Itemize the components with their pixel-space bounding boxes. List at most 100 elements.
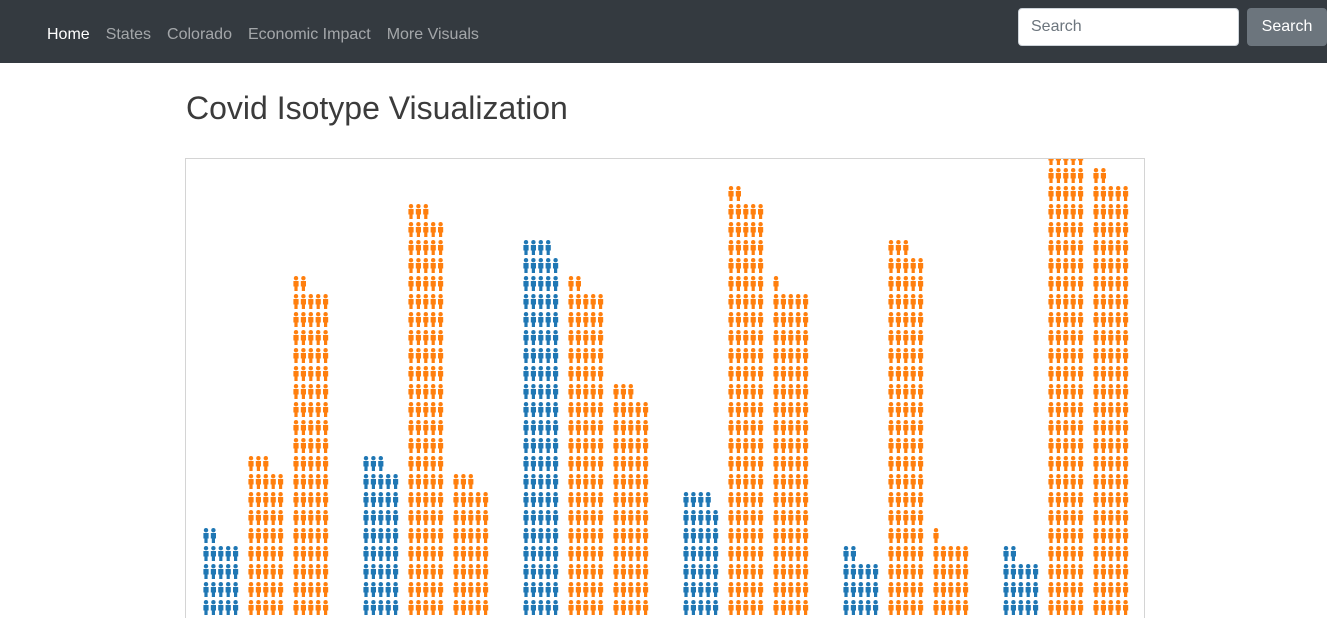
person-icon [300,456,306,471]
person-icon [910,510,916,525]
person-icon [910,384,916,399]
person-icon [795,366,801,381]
person-icon [850,582,856,597]
person-icon [308,294,314,309]
person-icon [773,276,779,291]
person-icon [888,438,894,453]
person-icon [590,294,596,309]
person-icon [795,528,801,543]
person-icon [393,546,399,561]
person-icon [278,600,284,615]
person-icon [308,510,314,525]
person-icon [530,402,536,417]
person-icon [613,438,619,453]
person-icon [598,420,604,435]
search-button[interactable]: Search [1247,8,1327,46]
person-icon [270,474,276,489]
person-icon [1055,330,1061,345]
person-icon [728,600,734,615]
person-icon [545,420,551,435]
person-icon [635,528,641,543]
person-icon [438,510,444,525]
person-icon [613,456,619,471]
person-icon [1115,204,1121,219]
person-icon [903,438,909,453]
person-icon [538,438,544,453]
person-icon [270,546,276,561]
nav-link-home[interactable]: Home [47,26,90,44]
person-icon [263,528,269,543]
person-icon [415,348,421,363]
person-icon [758,546,764,561]
person-icon [620,492,626,507]
person-icon [758,258,764,273]
person-icon [1078,528,1084,543]
person-icon [735,564,741,579]
nav-link-more-visuals[interactable]: More Visuals [387,26,479,44]
person-icon [1123,438,1129,453]
person-icon [1115,186,1121,201]
person-icon [430,438,436,453]
person-icon [583,492,589,507]
person-icon [415,402,421,417]
person-icon [955,600,961,615]
person-icon [248,510,254,525]
person-icon [545,456,551,471]
person-icon [888,510,894,525]
person-icon [300,420,306,435]
person-icon [378,492,384,507]
person-icon [888,420,894,435]
person-icon [743,546,749,561]
person-icon [903,492,909,507]
person-icon [895,294,901,309]
person-icon [1063,456,1069,471]
person-icon [568,366,574,381]
person-icon [438,366,444,381]
person-icon [575,294,581,309]
person-icon [1108,294,1114,309]
person-icon [1093,438,1099,453]
person-icon [788,528,794,543]
person-icon [203,564,209,579]
person-icon [523,582,529,597]
person-icon [690,564,696,579]
person-icon [545,402,551,417]
person-icon [728,348,734,363]
person-icon [888,564,894,579]
person-icon [713,546,719,561]
person-icon [1108,312,1114,327]
person-icon [743,492,749,507]
nav-link-colorado[interactable]: Colorado [167,26,232,44]
person-icon [713,510,719,525]
person-icon [1115,384,1121,399]
person-icon [1078,168,1084,183]
person-icon [393,564,399,579]
person-icon [408,420,414,435]
person-icon [248,546,254,561]
person-icon [1010,546,1016,561]
person-icon [568,510,574,525]
person-icon [323,546,329,561]
person-icon [780,420,786,435]
person-icon [728,366,734,381]
person-icon [758,420,764,435]
isotype-bar-g5-b2 [888,240,924,615]
person-icon [523,366,529,381]
nav-link-states[interactable]: States [106,26,151,44]
person-icon [1123,276,1129,291]
person-icon [575,312,581,327]
person-icon [1108,258,1114,273]
nav-link-economic-impact[interactable]: Economic Impact [248,26,371,44]
person-icon [225,582,231,597]
person-icon [408,564,414,579]
person-icon [788,366,794,381]
person-icon [803,294,809,309]
search-input[interactable] [1018,8,1239,46]
person-icon [598,384,604,399]
person-icon [865,600,871,615]
person-icon [635,564,641,579]
person-icon [750,204,756,219]
person-icon [415,222,421,237]
person-icon [635,402,641,417]
person-icon [635,492,641,507]
